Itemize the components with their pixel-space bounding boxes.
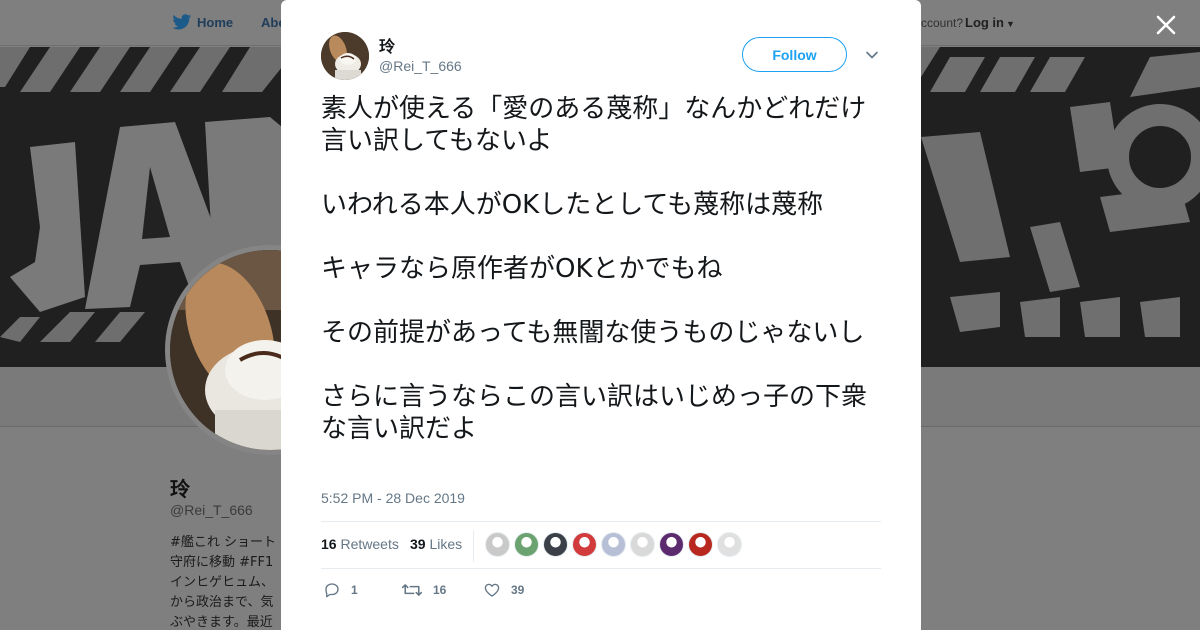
author-handle[interactable]: @Rei_T_666 [379,58,462,74]
liker-avatar[interactable] [630,532,655,557]
login-caret-icon: ▼ [1006,19,1015,29]
liker-avatar[interactable] [688,532,713,557]
tweet-paragraph: いわれる本人がOKしたとしても蔑称は蔑称 [321,190,824,220]
reply-icon [325,583,339,598]
bio-line: から政治まで、気 [170,595,274,610]
avatar-image [321,32,369,80]
like-button[interactable]: 39 [483,580,524,600]
likes-count: 39 [410,536,426,552]
liker-avatars [485,532,742,560]
bio-line: 守府に移動 #FF1 [170,555,274,570]
nav-home-link[interactable]: Home [197,15,233,30]
retweets-stat[interactable]: 16 Retweets [321,536,399,552]
retweet-icon [401,584,423,596]
reply-count: 1 [351,583,358,597]
liker-avatar[interactable] [717,532,742,557]
tweet-paragraph: 素人が使える「愛のある蔑称」なんかどれだけ言い訳してもないよ [321,94,867,156]
bio-line: #艦これ ショート [170,535,277,550]
tweet-actions: 1 16 39 [321,580,881,604]
retweets-count: 16 [321,536,337,552]
liker-avatar[interactable] [485,532,510,557]
liker-avatar[interactable] [659,532,684,557]
login-link[interactable]: Log in ▼ [965,15,1015,30]
liker-avatar[interactable] [514,532,539,557]
author-avatar[interactable] [321,32,369,80]
liker-avatar[interactable] [543,532,568,557]
tweet-paragraph: さらに言うならこの言い訳はいじめっ子の下衆な言い訳だよ [321,382,868,444]
account-prompt-text: ccount? [921,16,964,30]
heart-icon [484,583,500,597]
follow-button[interactable]: Follow [742,37,847,72]
likes-label: Likes [429,536,463,552]
like-count: 39 [511,583,525,597]
liker-avatar[interactable] [572,532,597,557]
reply-button[interactable]: 1 [323,580,358,600]
bio-line: インヒゲヒュム、 [170,575,275,590]
profile-name: 玲 [170,477,190,501]
tweet-text: 素人が使える「愛のある蔑称」なんかどれだけ言い訳してもないよ いわれる本人がOK… [321,93,883,445]
close-icon[interactable] [1152,11,1180,39]
login-label: Log in [965,15,1004,30]
author-name[interactable]: 玲 [379,33,395,57]
stats-divider [473,530,474,562]
tweet-stats: 16 Retweets 39 Likes [321,521,881,569]
bio-line: ぶやきます。最近 [170,615,273,630]
tweet-paragraph: キャラなら原作者がOKとかでもね [321,254,723,284]
likes-stat[interactable]: 39 Likes [410,536,462,552]
retweet-count: 16 [433,583,447,597]
tweet-timestamp[interactable]: 5:52 PM - 28 Dec 2019 [321,490,465,506]
tweet-modal: 玲 @Rei_T_666 Follow 素人が使える「愛のある蔑称」なんかどれだ… [281,0,921,630]
retweet-button[interactable]: 16 [401,580,446,600]
chevron-down-icon[interactable] [864,47,880,63]
profile-bio: #艦これ ショート 守府に移動 #FF1 インヒゲヒュム、 から政治まで、気 ぶ… [170,533,282,630]
tweet-paragraph: その前提があっても無闇な使うものじゃないし [321,318,865,348]
twitter-bird-icon[interactable] [172,14,192,31]
liker-avatar[interactable] [601,532,626,557]
retweets-label: Retweets [340,536,399,552]
profile-handle[interactable]: @Rei_T_666 [170,502,253,518]
